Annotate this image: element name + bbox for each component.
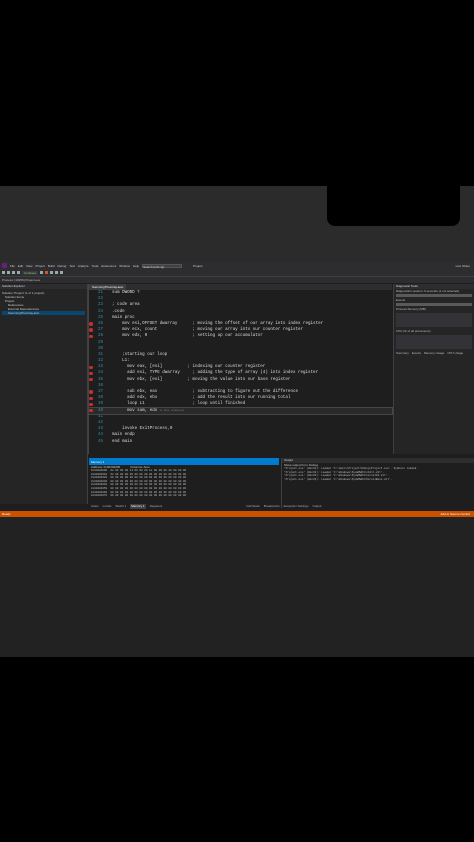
menu-build[interactable]: Build [48,264,55,268]
menu-window[interactable]: Window [119,264,130,268]
menu-extensions[interactable]: Extensions [102,264,117,268]
menu-debug[interactable]: Debug [57,264,66,268]
tab-locals[interactable]: Locals [103,504,112,509]
process-memory-label: Process Memory (MB) [396,307,426,311]
memory-window: Memory 1 Address: 0x00404000 Columns: Au… [89,458,279,508]
code-editor[interactable]: SummingTheArray.asm 21 sum DWORD ? 22 23 ;… [88,284,393,454]
tab-breakpoints[interactable]: Breakpoints [264,504,280,509]
visual-studio-window: File Edit View Project Build Debug Test … [0,262,474,517]
back-icon[interactable] [2,271,5,274]
solution-explorer: Solution Explorer Solution 'Project' (1 … [0,284,88,504]
menu-analyze[interactable]: Analyze [78,264,89,268]
step-into-icon[interactable] [60,271,64,274]
menu-edit[interactable]: Edit [18,264,23,268]
debug-location-bar: Process: [10256] Project.exe [0,277,474,283]
live-share-button[interactable]: Live Share [456,264,470,268]
tab-watch-1[interactable]: Watch 1 [115,504,126,509]
stop-icon[interactable] [45,271,49,274]
process-label[interactable]: Process: [10256] Project.exe [2,278,40,282]
save-icon[interactable] [12,271,15,274]
search-input[interactable]: Search (Ctrl+Q) [142,263,183,269]
undo-icon[interactable] [17,271,20,274]
menu-view[interactable]: View [26,264,32,268]
events-label: Events [396,298,406,302]
diag-tab-summary[interactable]: Summary [396,351,409,355]
process-memory-graph [396,313,472,327]
status-bar: Ready Add to Source Control [0,511,474,517]
diag-tab-memory[interactable]: Memory Usage [424,351,444,355]
tab-exception-settings[interactable]: Exception Settings [284,504,309,509]
menu-file[interactable]: File [10,264,15,268]
code-text[interactable]: mov ebx, [esi] ; moving the value into o… [107,377,290,383]
menu-project[interactable]: Project [35,264,44,268]
diag-tab-events[interactable]: Events [412,351,421,355]
forward-icon[interactable] [7,271,10,274]
diagnostics-session: Diagnostics session: 6 seconds (1 ms sel… [396,289,460,293]
output-line: 'Project.exe' (Win32): Loaded 'C:\Window… [284,477,393,481]
step-over-icon[interactable] [55,271,59,274]
tab-memory-1[interactable]: Memory 1 [130,504,146,509]
cpu-graph [396,335,472,349]
visual-studio-logo-icon [2,263,7,268]
solution-tree: Solution 'Project' (1 of 1 project) Solu… [0,289,87,317]
code-text[interactable]: mov edx, 0 ; setting up our accumulator [107,333,263,339]
code-text[interactable]: sum DWORD ? [107,290,140,296]
output-window: Output Show output from: Debug 'Project.… [281,458,474,508]
tab-autos[interactable]: Autos [91,504,99,509]
tree-item-asm-file[interactable]: SummingTheArray.asm [2,311,85,315]
pause-icon[interactable] [40,271,44,274]
perf-tip: ≤ 1ms elapsed [160,408,184,412]
top-notch [327,186,460,226]
bottom-dark-band [0,517,474,657]
source-control-button[interactable]: Add to Source Control [440,511,470,517]
main-toolbar: Continue [0,269,474,277]
code-line[interactable]: 45 end main [89,439,392,445]
code-text[interactable]: mov sum, edx [107,408,157,414]
title-bar: File Edit View Project Build Debug Test … [0,262,474,269]
status-text: Ready [2,512,11,516]
cpu-label: CPU (% of all processors) [396,329,431,333]
line-number: 45 [97,439,103,444]
diag-tab-cpu[interactable]: CPU Usage [447,351,463,355]
restart-icon[interactable] [50,271,54,274]
menu-help[interactable]: Help [133,264,139,268]
memory-row: 0x00404070 00 00 00 00 00 00 00 00 00 00… [91,494,187,498]
code-text[interactable]: end main [107,439,132,445]
tab-call-stack[interactable]: Call Stack [246,504,260,509]
continue-button[interactable]: Continue [22,270,39,275]
menu-test[interactable]: Test [69,264,75,268]
tab-registers[interactable]: Registers [150,504,163,509]
diagnostic-tools: Diagnostic Tools Diagnostics session: 6 … [393,284,474,454]
menu-tools[interactable]: Tools [92,264,99,268]
timeline-bar[interactable] [396,294,472,297]
code-area[interactable]: 21 sum DWORD ? 22 23 ; code area 24 .code 25… [88,290,393,454]
events-bar [396,303,472,306]
bottom-tool-tabs: Autos Locals Watch 1 Memory 1 Registers … [89,504,474,509]
window-title: Project [193,263,203,268]
tab-output[interactable]: Output [312,504,321,509]
